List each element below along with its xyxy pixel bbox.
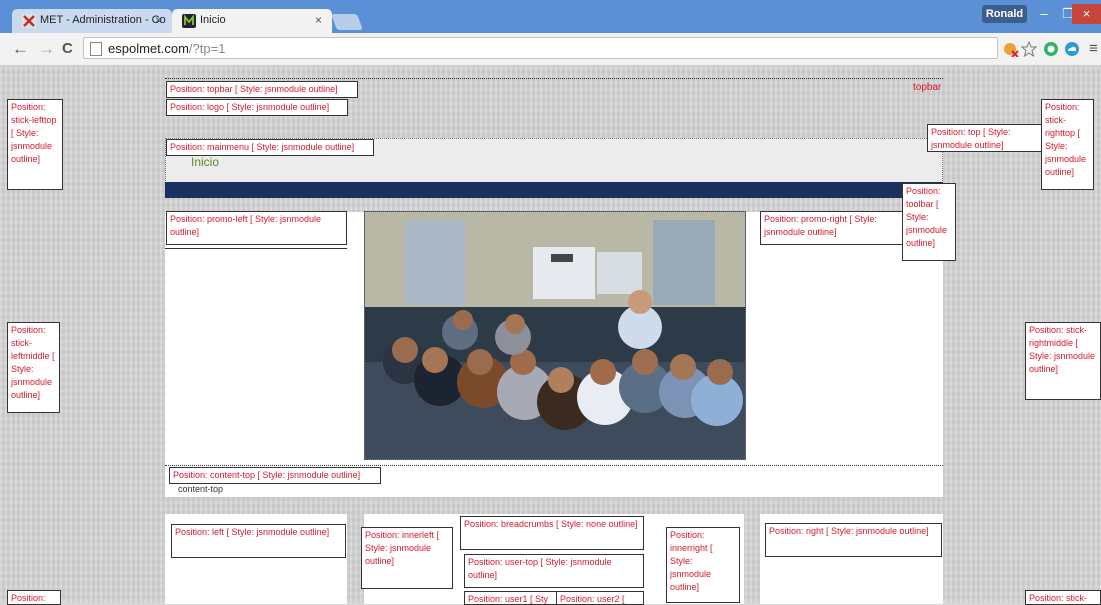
position-logo-label: Position: logo [ Style: jsnmodule outlin… xyxy=(166,99,348,116)
position-content-top-label: Position: content-top [ Style: jsnmodule… xyxy=(169,467,381,484)
position-toolbar-label: Position: toolbar [ Style: jsnmodule out… xyxy=(902,183,956,261)
content-top-placeholder: content-top xyxy=(178,484,224,494)
tab-inicio[interactable]: Inicio × xyxy=(172,9,332,33)
new-tab-button[interactable] xyxy=(331,14,363,30)
url-path: /?tp=1 xyxy=(188,41,226,56)
position-stick-rightmiddle-label: Position: stick-rightmiddle [ Style: jsn… xyxy=(1025,322,1101,400)
minimize-button[interactable]: – xyxy=(1031,4,1057,24)
position-stick-lefttop-label: Position: stick-lefttop [ Style: jsnmodu… xyxy=(7,99,63,190)
position-stick-righttop-label: Position: stick-righttop [ Style: jsnmod… xyxy=(1041,99,1094,190)
star-icon[interactable] xyxy=(1021,41,1037,57)
menu-icon[interactable]: ≡ xyxy=(1089,40,1098,57)
position-user-top-label: Position: user-top [ Style: jsnmodule ou… xyxy=(464,554,644,588)
tab-met-administration[interactable]: MET - Administration - Co × xyxy=(12,9,172,33)
close-window-button[interactable]: × xyxy=(1072,4,1101,24)
position-user1-label: Position: user1 [ Sty xyxy=(464,591,559,605)
url-domain: espolmet.com xyxy=(108,41,189,56)
address-bar[interactable]: espolmet.com/?tp=1 xyxy=(83,37,998,59)
position-promo-right-label: Position: promo-right [ Style: jsnmodule… xyxy=(760,211,903,245)
joomla-favicon-icon xyxy=(22,14,36,28)
group-photo-image xyxy=(365,212,745,459)
position-top-label: Position: top [ Style: jsnmodule outline… xyxy=(927,124,1046,152)
position-right-label: Position: right [ Style: jsnmodule outli… xyxy=(765,523,942,557)
position-stick-leftbottom-label: Position: xyxy=(7,590,61,605)
position-breadcrumbs-label: Position: breadcrumbs [ Style: none outl… xyxy=(460,516,644,550)
tab-title: MET - Administration - Co xyxy=(40,14,166,26)
cloud-icon[interactable] xyxy=(1064,41,1080,57)
back-button[interactable]: ← xyxy=(12,39,29,59)
page-viewport: topbar Position: topbar [ Style: jsnmodu… xyxy=(0,66,1101,605)
menu-item-inicio[interactable]: Inicio xyxy=(191,155,219,169)
tab-close-icon[interactable]: × xyxy=(315,13,322,27)
page-icon xyxy=(90,42,102,56)
group-photo xyxy=(364,211,746,460)
position-promo-left-label: Position: promo-left [ Style: jsnmodule … xyxy=(166,211,347,245)
tab-close-icon[interactable]: × xyxy=(155,13,162,27)
position-stick-leftmiddle-label: Position: stick-leftmiddle [ Style: jsnm… xyxy=(7,322,60,413)
extension-blocked-icon[interactable] xyxy=(1003,41,1019,57)
promo-left-outline xyxy=(165,248,347,249)
position-mainmenu-label: Position: mainmenu [ Style: jsnmodule ou… xyxy=(166,139,374,156)
reload-button[interactable]: C xyxy=(62,40,73,57)
browser-toolbar: ← → C espolmet.com/?tp=1 ≡ xyxy=(0,33,1101,66)
site-favicon-icon xyxy=(182,14,196,28)
topbar-placeholder: topbar xyxy=(913,82,942,93)
position-topbar-label: Position: topbar [ Style: jsnmodule outl… xyxy=(166,81,358,98)
position-innerright-label: Position: innerright [ Style: jsnmodule … xyxy=(666,527,740,603)
navy-band xyxy=(165,182,943,198)
content-top-outline xyxy=(165,465,943,466)
topbar-outline xyxy=(165,78,943,79)
position-left-label: Position: left [ Style: jsnmodule outlin… xyxy=(171,524,346,558)
position-innerleft-label: Position: innerleft [ Style: jsnmodule o… xyxy=(361,527,453,589)
position-stick-rightbottom-label: Position: stick- xyxy=(1025,590,1101,605)
profile-badge[interactable]: Ronald xyxy=(982,5,1027,23)
tab-title: Inicio xyxy=(200,14,226,26)
green-circle-icon[interactable] xyxy=(1043,41,1059,57)
forward-button[interactable]: → xyxy=(38,39,55,59)
position-user2-label: Position: user2 [ xyxy=(556,591,644,605)
tab-strip: MET - Administration - Co × Inicio × Ron… xyxy=(0,0,1101,33)
